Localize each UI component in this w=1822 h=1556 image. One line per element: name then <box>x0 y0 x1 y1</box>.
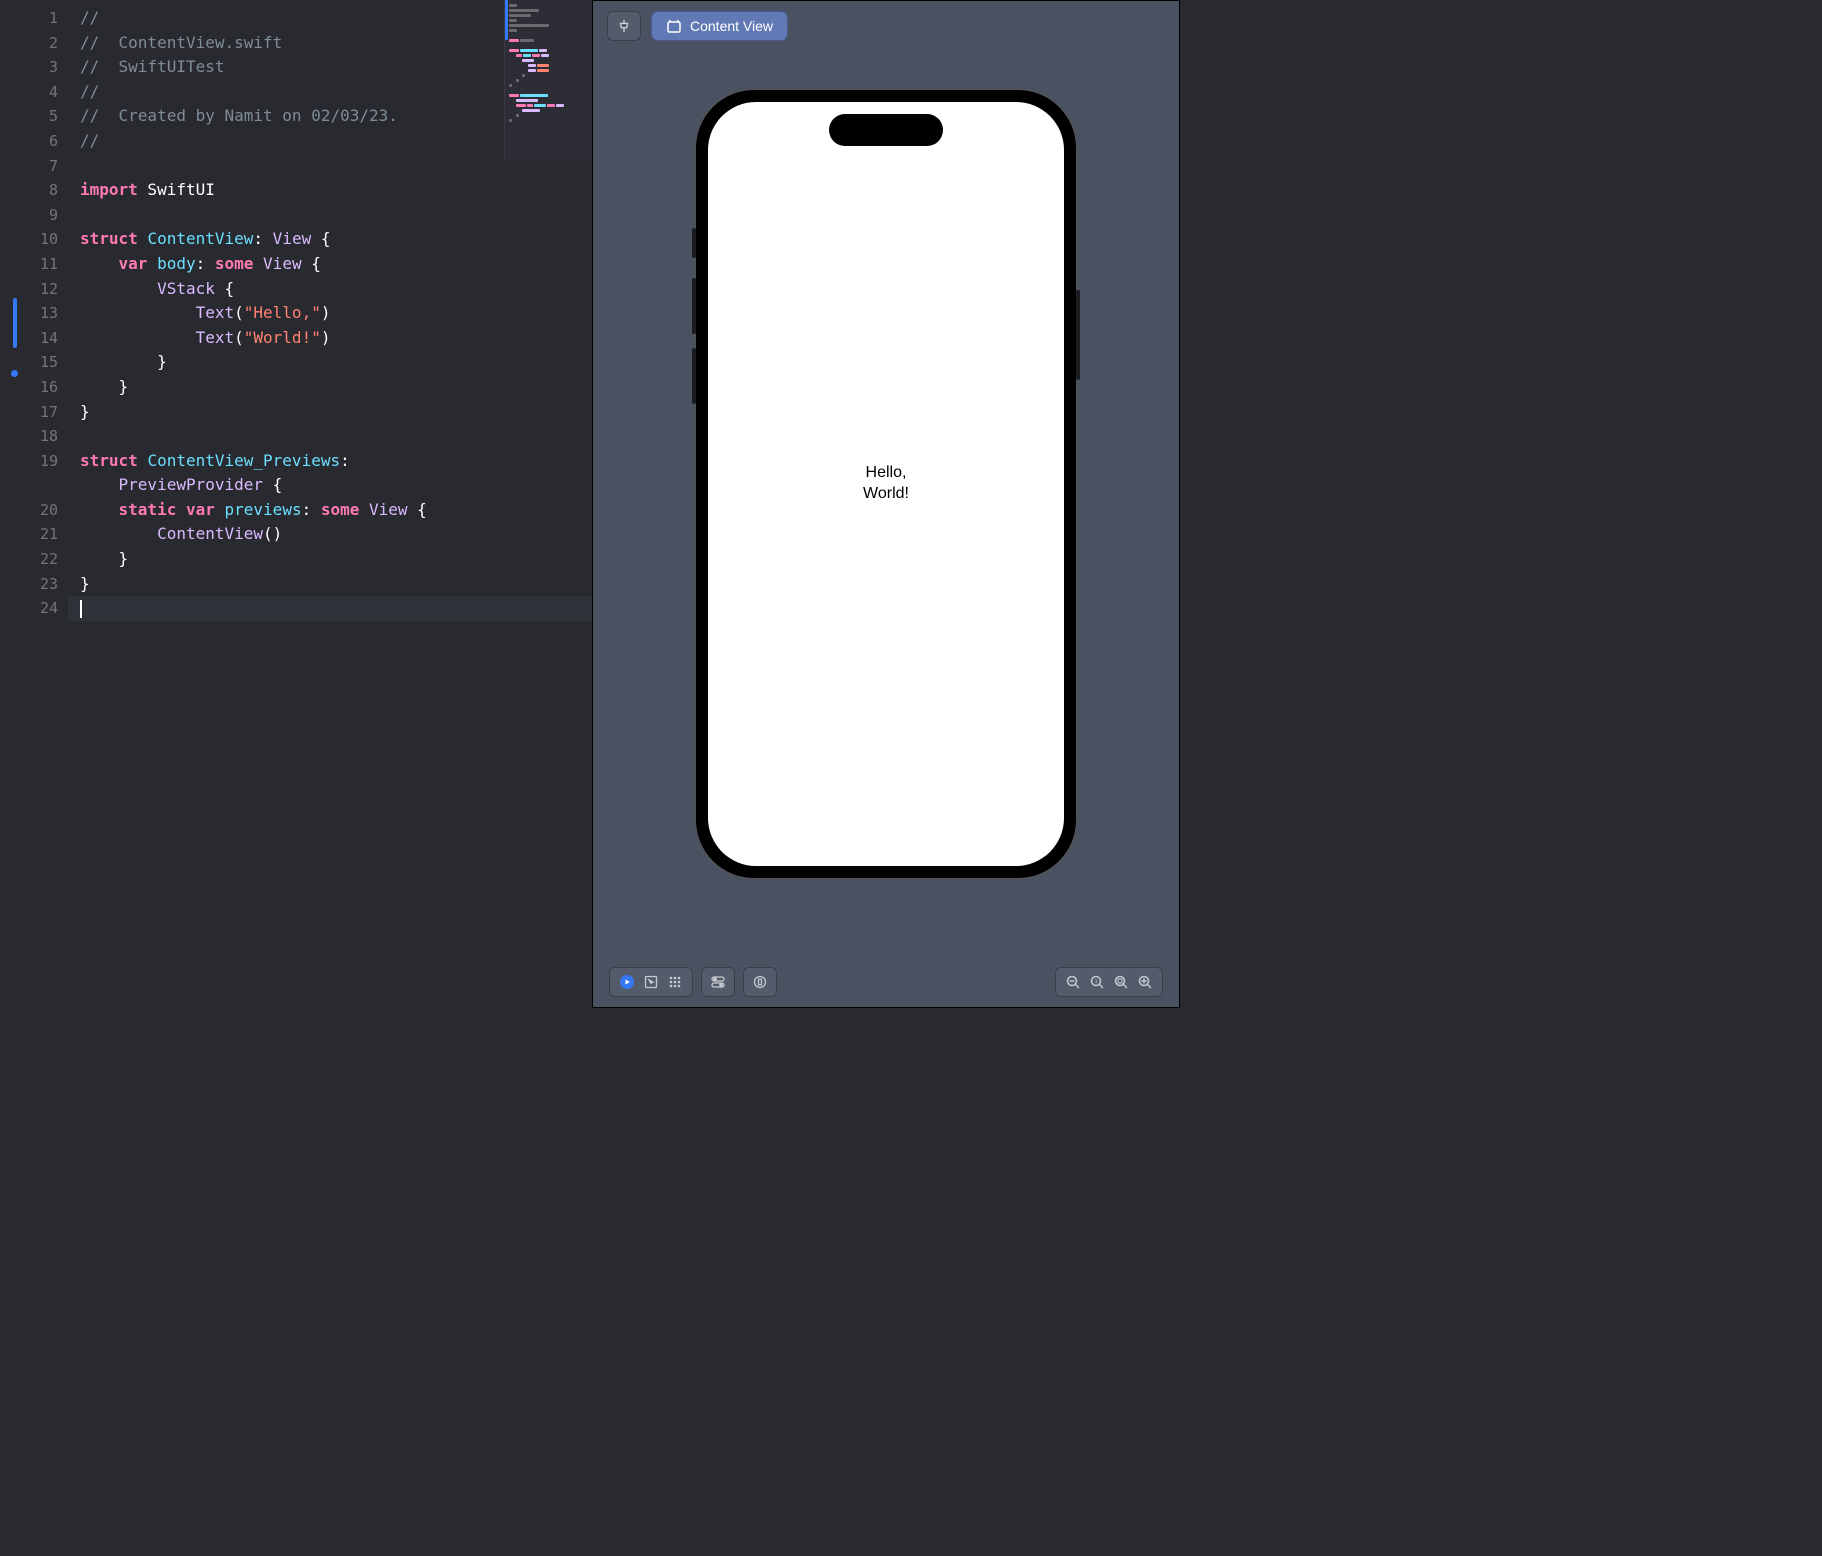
iphone-mute-switch <box>692 228 696 258</box>
preview-target-button[interactable]: Content View <box>651 11 788 41</box>
line-number: 10 <box>0 227 68 252</box>
code-line[interactable] <box>68 596 592 621</box>
iphone-power-button <box>1076 290 1080 380</box>
code-line[interactable]: } <box>68 572 592 597</box>
line-number: 3 <box>0 55 68 80</box>
cursor-box-icon <box>644 975 658 989</box>
preview-controls-group <box>609 967 693 997</box>
minimap-content <box>505 0 592 128</box>
line-number: 2 <box>0 31 68 56</box>
device-circle-icon <box>753 975 767 989</box>
change-marker <box>13 298 17 348</box>
variants-button[interactable] <box>668 975 682 989</box>
iphone-volume-up <box>692 278 696 334</box>
live-preview-button[interactable] <box>620 975 634 989</box>
code-line[interactable]: var body: some View { <box>68 252 592 277</box>
line-number: 24 <box>0 596 68 621</box>
line-number: 4 <box>0 80 68 105</box>
line-number: 15 <box>0 350 68 375</box>
iphone-screen[interactable]: Hello, World! <box>708 102 1064 866</box>
switches-icon <box>710 975 726 989</box>
line-number: 21 <box>0 522 68 547</box>
zoom-out-button[interactable] <box>1066 975 1080 989</box>
zoom-actual-icon: 1 <box>1090 975 1104 989</box>
zoom-in-icon <box>1138 975 1152 989</box>
zoom-out-icon <box>1066 975 1080 989</box>
code-line[interactable]: struct ContentView: View { <box>68 227 592 252</box>
line-number: 13 <box>0 301 68 326</box>
line-number: 7 <box>0 154 68 179</box>
code-line[interactable]: PreviewProvider { <box>68 473 592 498</box>
zoom-fit-icon <box>1114 975 1128 989</box>
line-number: 20 <box>0 498 68 523</box>
view-icon <box>666 19 682 33</box>
code-line[interactable]: ContentView() <box>68 522 592 547</box>
code-line[interactable]: VStack { <box>68 277 592 302</box>
line-number: 6 <box>0 129 68 154</box>
code-line[interactable]: Text("Hello,") <box>68 301 592 326</box>
line-number: 17 <box>0 400 68 425</box>
zoom-actual-button[interactable]: 1 <box>1090 975 1104 989</box>
preview-target-label: Content View <box>690 18 773 34</box>
zoom-fit-button[interactable] <box>1114 975 1128 989</box>
text-cursor <box>80 600 82 618</box>
code-line[interactable]: struct ContentView_Previews: <box>68 449 592 474</box>
code-line[interactable] <box>68 203 592 228</box>
app-content: Hello, World! <box>863 463 909 505</box>
line-number: 16 <box>0 375 68 400</box>
warning-dot[interactable] <box>11 370 18 377</box>
line-number: 1 <box>0 6 68 31</box>
line-number: 8 <box>0 178 68 203</box>
line-number <box>0 473 68 498</box>
line-number: 14 <box>0 326 68 351</box>
code-line[interactable]: } <box>68 400 592 425</box>
line-number: 22 <box>0 547 68 572</box>
iphone-device-frame: Hello, World! <box>696 90 1076 878</box>
line-number: 23 <box>0 572 68 597</box>
line-number: 11 <box>0 252 68 277</box>
selectable-preview-button[interactable] <box>644 975 658 989</box>
preview-bottom-toolbar: 1 <box>593 957 1179 1007</box>
code-line[interactable] <box>68 424 592 449</box>
line-gutter: 123456789101112131415161718192021222324 <box>0 0 68 1008</box>
line-number: 12 <box>0 277 68 302</box>
play-icon <box>620 975 634 989</box>
svg-text:1: 1 <box>1094 979 1097 985</box>
line-number: 9 <box>0 203 68 228</box>
iphone-volume-down <box>692 348 696 404</box>
minimap-viewport-indicator <box>505 0 508 40</box>
minimap[interactable] <box>504 0 592 160</box>
line-number: 5 <box>0 104 68 129</box>
code-line[interactable]: import SwiftUI <box>68 178 592 203</box>
preview-canvas-pane: Content View Hello, World! <box>592 0 1180 1008</box>
code-editor-pane: 123456789101112131415161718192021222324 … <box>0 0 592 1008</box>
code-line[interactable]: } <box>68 350 592 375</box>
pin-preview-button[interactable] <box>607 11 641 41</box>
dynamic-island <box>829 114 943 146</box>
line-number: 18 <box>0 424 68 449</box>
preview-toolbar: Content View <box>593 1 1179 51</box>
zoom-controls-group: 1 <box>1055 967 1163 997</box>
device-settings-button[interactable] <box>701 967 735 997</box>
preview-on-device-button[interactable] <box>743 967 777 997</box>
preview-canvas[interactable]: Hello, World! <box>593 51 1179 957</box>
text-world: World! <box>863 484 909 505</box>
zoom-in-button[interactable] <box>1138 975 1152 989</box>
pin-icon <box>617 19 631 33</box>
text-hello: Hello, <box>863 463 909 484</box>
code-line[interactable]: Text("World!") <box>68 326 592 351</box>
code-line[interactable]: static var previews: some View { <box>68 498 592 523</box>
code-line[interactable]: } <box>68 375 592 400</box>
line-number: 19 <box>0 449 68 474</box>
grid-icon <box>668 975 682 989</box>
code-line[interactable]: } <box>68 547 592 572</box>
